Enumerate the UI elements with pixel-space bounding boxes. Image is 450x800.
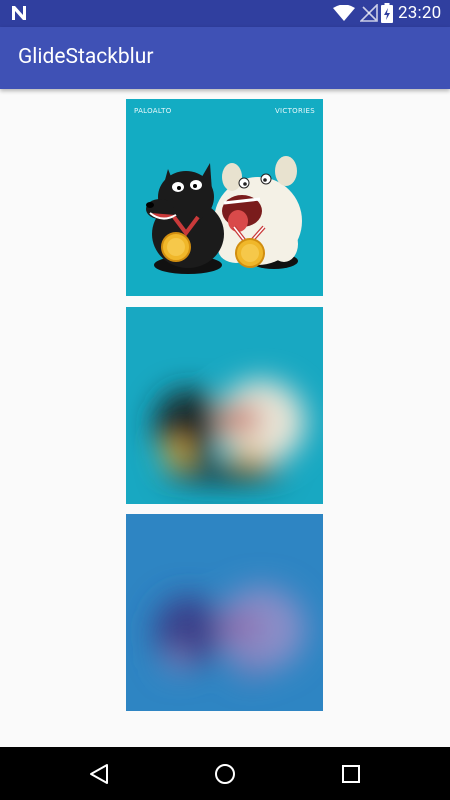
app-title: GlideStackblur [18, 45, 154, 69]
blurred-image [126, 307, 323, 504]
home-icon[interactable] [211, 760, 239, 788]
blurred-tinted-illustration [154, 587, 305, 678]
image-list[interactable]: PALOALTO VICTORIES [0, 89, 450, 747]
image-label-left: PALOALTO [134, 107, 172, 115]
status-clock: 23:20 [398, 3, 442, 23]
app-bar: GlideStackblur [0, 27, 450, 89]
image-label-right: VICTORIES [274, 107, 315, 115]
notification-n-icon [12, 6, 26, 20]
blurred-illustration [154, 380, 305, 483]
back-icon[interactable] [86, 760, 114, 788]
recents-icon[interactable] [337, 760, 365, 788]
navigation-bar [0, 747, 450, 800]
dogs-illustration [146, 156, 302, 274]
original-image: PALOALTO VICTORIES [126, 99, 323, 296]
wifi-icon [333, 5, 355, 21]
battery-charging-icon [381, 3, 393, 23]
no-signal-icon [360, 4, 378, 22]
status-bar: 23:20 [0, 0, 450, 27]
blurred-tinted-image [126, 514, 323, 711]
